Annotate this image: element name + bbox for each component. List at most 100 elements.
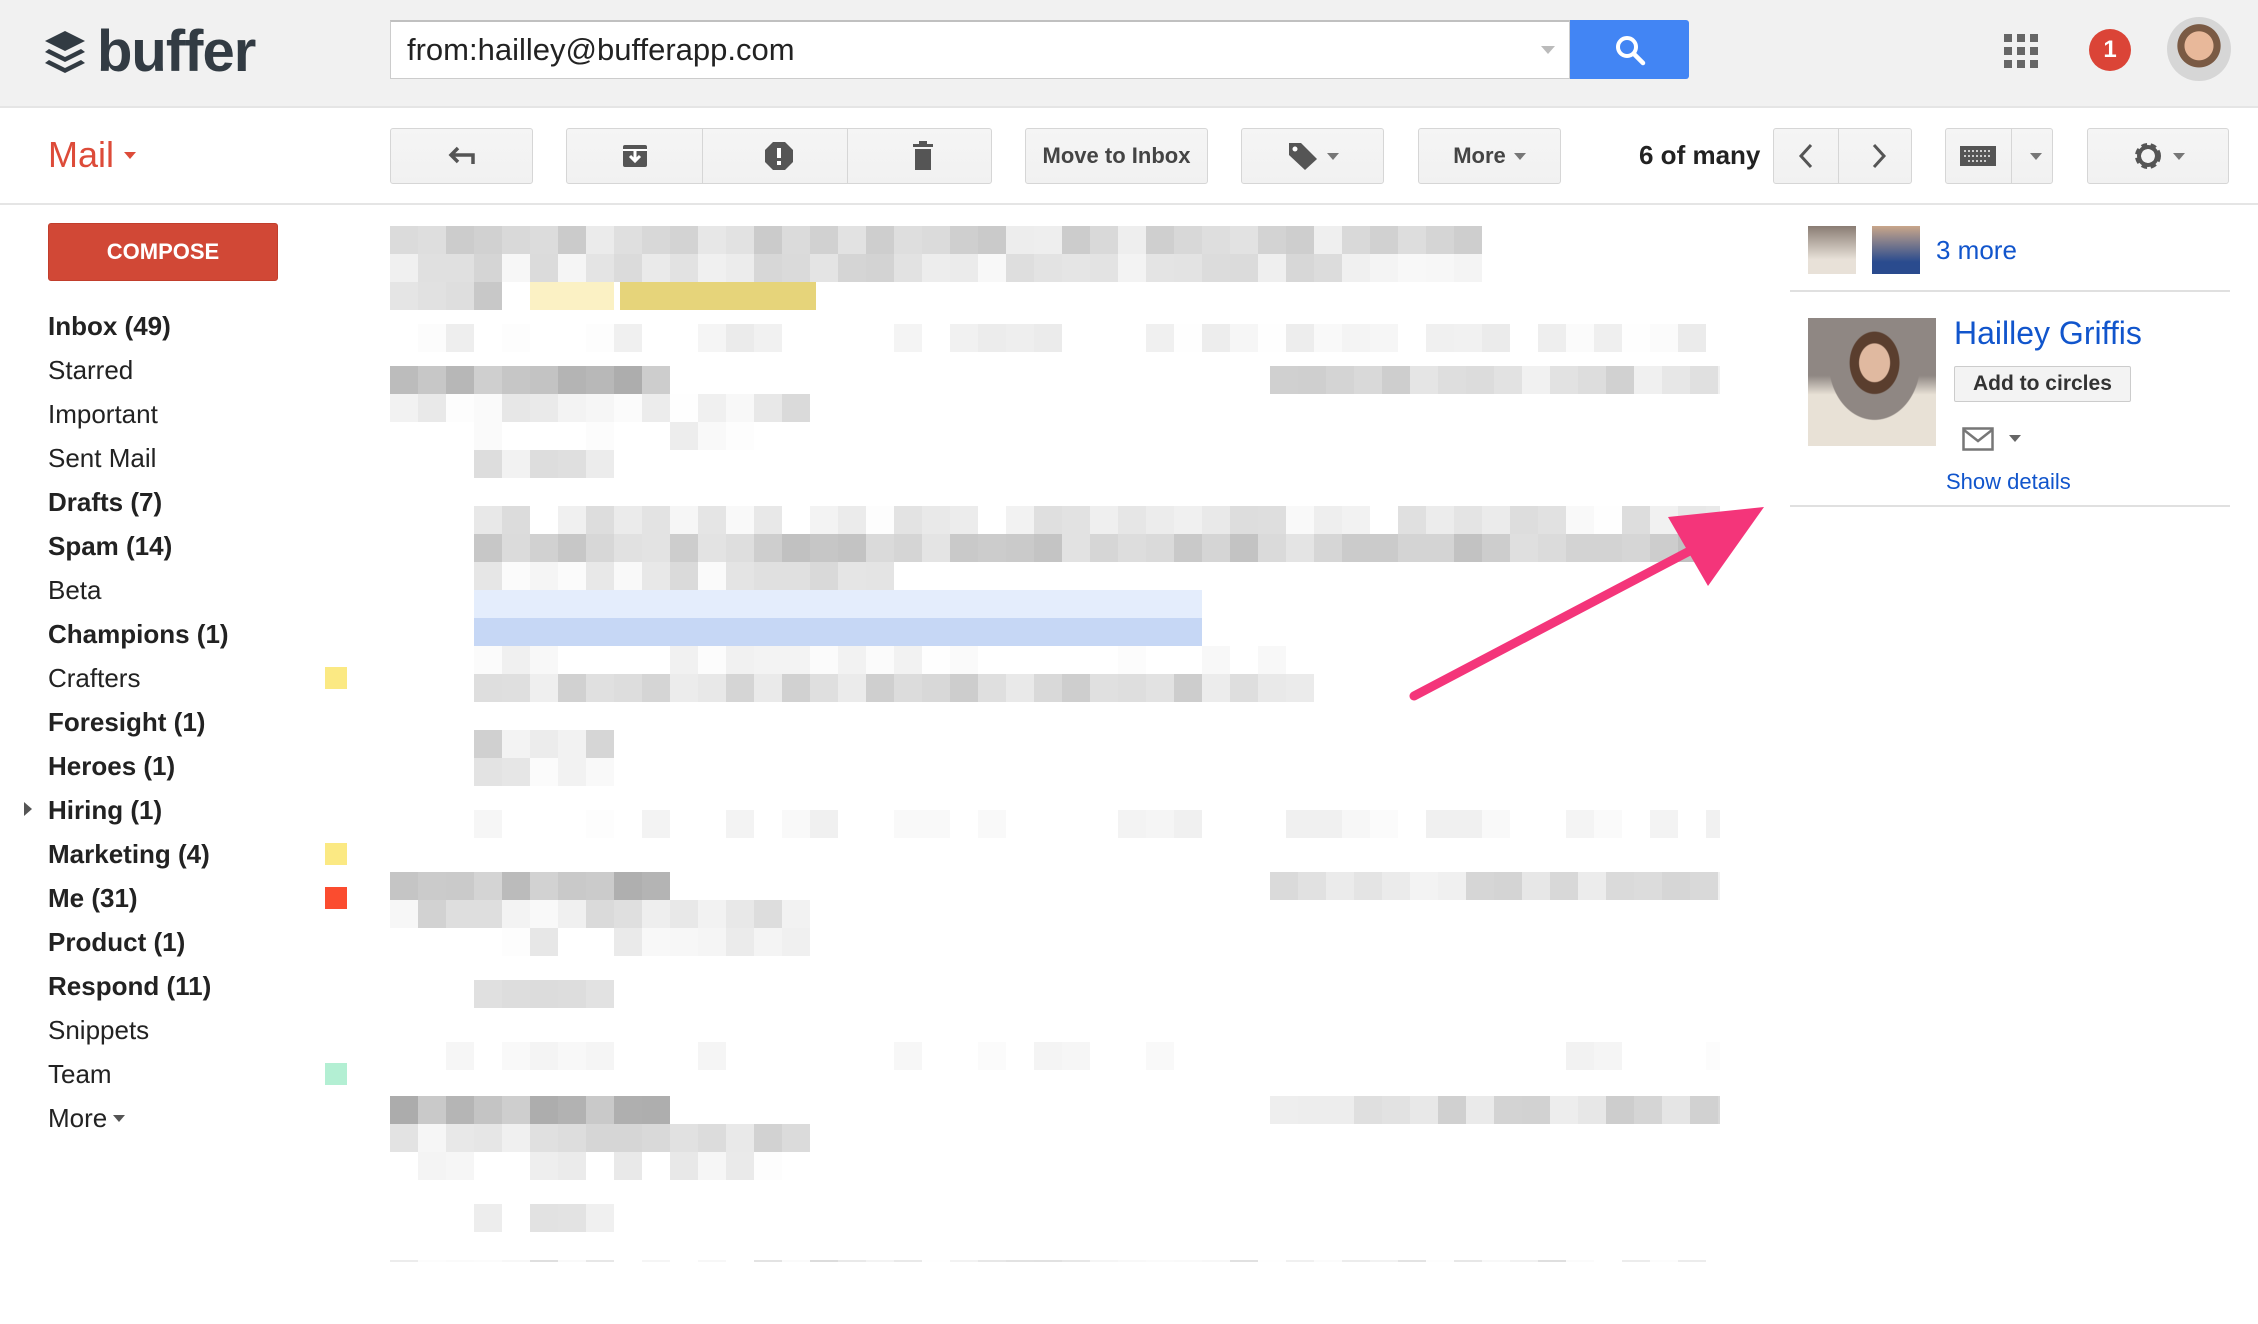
user-avatar[interactable]: [2167, 17, 2231, 81]
pixel-block: [1006, 226, 1034, 254]
pixel-block: [1662, 366, 1690, 394]
back-button[interactable]: [390, 128, 533, 184]
more-participants-link[interactable]: 3 more: [1936, 235, 2017, 266]
pixel-block: [726, 646, 754, 674]
pixel-block: [978, 254, 1006, 282]
pixel-block: [978, 1042, 1006, 1070]
pixel-block: [530, 980, 558, 1008]
sidebar-item[interactable]: Foresight (1): [48, 700, 358, 744]
pixel-block: [1202, 1260, 1230, 1262]
email-icon[interactable]: [1962, 427, 1994, 451]
pixel-block: [586, 730, 614, 758]
pixel-block: [894, 674, 922, 702]
sidebar-item[interactable]: Important: [48, 392, 358, 436]
sidebar-item[interactable]: Marketing (4): [48, 832, 358, 876]
pixel-block: [922, 534, 950, 562]
chevron-down-icon: [113, 1114, 126, 1122]
sidebar-item[interactable]: Snippets: [48, 1008, 358, 1052]
sidebar-item[interactable]: Crafters: [48, 656, 358, 700]
search-button[interactable]: [1570, 20, 1689, 79]
pixel-block: [1398, 1042, 1426, 1070]
pixel-block: [446, 1042, 474, 1070]
pixel-block: [670, 590, 698, 618]
input-tools-dropdown[interactable]: [2020, 129, 2052, 183]
pixel-block: [1634, 1096, 1662, 1124]
pixel-block: [418, 928, 446, 956]
pixel-block: [1370, 226, 1398, 254]
pixel-block: [1258, 324, 1286, 352]
participant-avatar[interactable]: [1808, 226, 1856, 274]
mail-menu[interactable]: Mail: [48, 134, 137, 176]
chevron-down-icon[interactable]: [2009, 435, 2021, 442]
sidebar-item[interactable]: Drafts (7): [48, 480, 358, 524]
settings-button[interactable]: [2087, 128, 2229, 184]
sidebar-item[interactable]: Spam (14): [48, 524, 358, 568]
pixel-block: [474, 282, 502, 310]
show-details-link[interactable]: Show details: [1946, 469, 2071, 495]
pixel-block: [950, 254, 978, 282]
previous-button[interactable]: [1774, 129, 1839, 183]
expand-arrow-icon[interactable]: [24, 802, 32, 816]
pixel-block: [894, 618, 922, 646]
keyboard-button[interactable]: [1946, 129, 2012, 183]
delete-button[interactable]: [856, 129, 991, 183]
sidebar-item[interactable]: Sent Mail: [48, 436, 358, 480]
pixel-block: [614, 1152, 642, 1180]
notification-badge[interactable]: 1: [2089, 29, 2131, 71]
labels-button[interactable]: [1241, 128, 1384, 184]
pixel-block: [642, 1124, 670, 1152]
pixel-block: [558, 1124, 586, 1152]
pixel-block: [558, 1096, 586, 1124]
pixel-block: [1538, 1042, 1566, 1070]
pixel-block: [1286, 506, 1314, 534]
sidebar-item[interactable]: Team: [48, 1052, 358, 1096]
pixel-block: [1566, 324, 1594, 352]
sidebar-item[interactable]: Inbox (49): [48, 304, 358, 348]
buffer-logo[interactable]: buffer: [43, 18, 256, 85]
pixel-block: [1650, 1260, 1678, 1262]
pixel-block: [866, 674, 894, 702]
pixel-block: [1062, 590, 1090, 618]
sidebar-item[interactable]: Hiring (1): [24, 788, 358, 832]
sidebar-item[interactable]: Beta: [48, 568, 358, 612]
pixel-block: [1398, 254, 1426, 282]
pixel-block: [726, 618, 754, 646]
pixel-block: [1090, 810, 1118, 838]
pixel-block: [530, 674, 558, 702]
participant-avatar[interactable]: [1872, 226, 1920, 274]
pixel-block: [894, 1042, 922, 1070]
more-actions-button[interactable]: More: [1418, 128, 1561, 184]
pixel-block: [922, 226, 950, 254]
report-spam-button[interactable]: [711, 129, 848, 183]
sidebar-item[interactable]: Heroes (1): [48, 744, 358, 788]
pixel-block: [474, 506, 502, 534]
next-button[interactable]: [1847, 129, 1911, 183]
sidebar-item[interactable]: Product (1): [48, 920, 358, 964]
contact-name[interactable]: Hailley Griffis: [1954, 315, 2142, 352]
apps-grid-icon[interactable]: [2004, 34, 2038, 68]
pixel-block: [1062, 324, 1090, 352]
compose-button[interactable]: COMPOSE: [48, 223, 278, 281]
pixel-block: [614, 900, 642, 928]
sidebar-item-label: Beta: [48, 574, 102, 605]
pixel-block: [726, 394, 754, 422]
pixel-block: [704, 282, 732, 310]
add-to-circles-button[interactable]: Add to circles: [1954, 366, 2131, 402]
sidebar-more[interactable]: More: [48, 1096, 358, 1140]
search-input[interactable]: from:hailley@bufferapp.com: [390, 20, 1570, 79]
move-to-inbox-button[interactable]: Move to Inbox: [1025, 128, 1208, 184]
sidebar-item[interactable]: Respond (11): [48, 964, 358, 1008]
sidebar-item[interactable]: Me (31): [48, 876, 358, 920]
pixel-block: [1438, 872, 1466, 900]
archive-button[interactable]: [567, 129, 704, 183]
pixel-block: [1606, 1096, 1634, 1124]
pixel-block: [530, 928, 558, 956]
pixel-block: [1146, 590, 1174, 618]
pixel-block: [530, 618, 558, 646]
sidebar-item[interactable]: Starred: [48, 348, 358, 392]
pixel-block: [614, 422, 642, 450]
sidebar-item[interactable]: Champions (1): [48, 612, 358, 656]
pixel-block: [558, 282, 586, 310]
pixel-block: [390, 872, 418, 900]
search-options-icon[interactable]: [1541, 46, 1555, 54]
